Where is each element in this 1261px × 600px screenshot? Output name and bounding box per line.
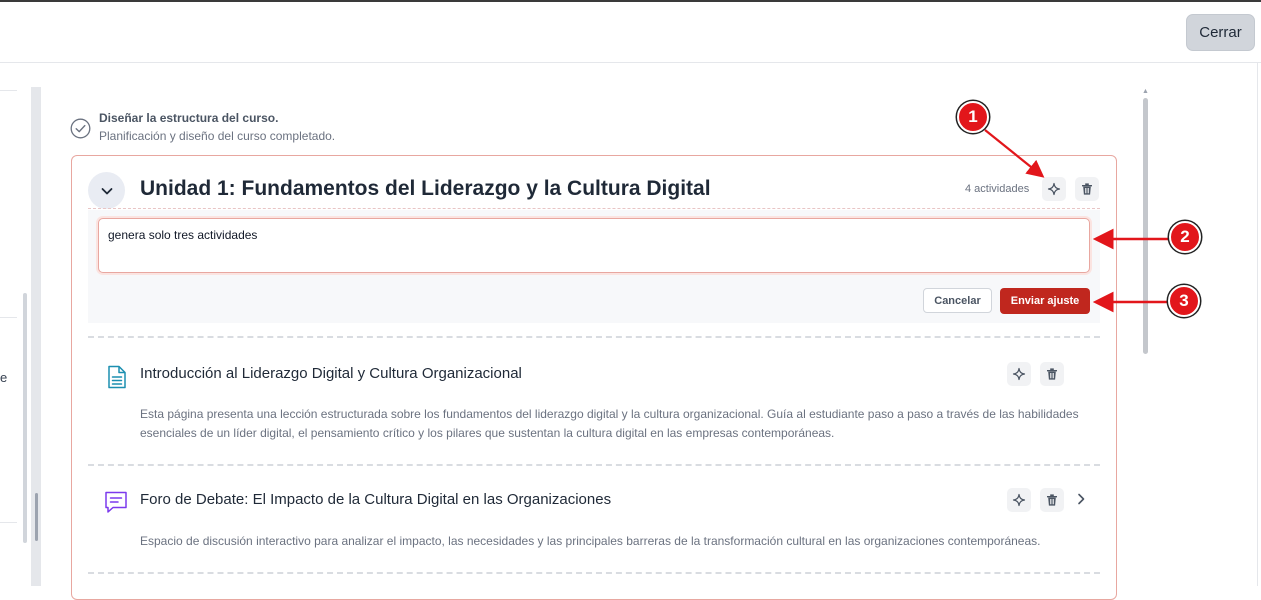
trash-icon (1082, 183, 1092, 195)
scroll-up-arrow-icon[interactable]: ▲ (1142, 88, 1149, 95)
right-divider (1257, 63, 1258, 586)
task-title: Diseñar la estructura del curso. (99, 111, 279, 125)
forum-icon (105, 491, 127, 513)
delete-activity-button[interactable] (1040, 488, 1064, 512)
activity-description: Espacio de discusión interactivo para an… (140, 534, 1041, 548)
unit-header-divider (88, 208, 1100, 209)
sparkle-icon (1047, 182, 1061, 196)
adjust-prompt-input[interactable] (98, 218, 1090, 273)
ai-adjust-activity-button[interactable] (1007, 488, 1031, 512)
activity-count-badge: 4 actividades (965, 183, 1030, 195)
activity-divider (88, 572, 1100, 574)
activity-divider (88, 336, 1100, 338)
left-scrollbar-thumb[interactable] (23, 293, 27, 543)
delete-activity-button[interactable] (1040, 362, 1064, 386)
annotation-marker-2: 2 (1169, 221, 1201, 253)
activity-divider (88, 464, 1100, 466)
cancel-button[interactable]: Cancelar (923, 288, 992, 313)
annotation-marker-1: 1 (957, 101, 989, 133)
check-circle-icon (70, 118, 91, 139)
document-icon (108, 365, 126, 389)
chevron-down-icon (101, 187, 112, 194)
activity-title: Foro de Debate: El Impacto de la Cultura… (140, 491, 612, 508)
activity-description: Esta página presenta una lección estruct… (140, 407, 1079, 440)
ai-adjust-unit-button[interactable] (1042, 177, 1066, 201)
trash-icon (1047, 494, 1057, 506)
sparkle-icon (1012, 367, 1026, 381)
modal-header: Cerrar (0, 2, 1261, 63)
left-rail-thumb[interactable] (35, 493, 38, 541)
right-scrollbar-thumb[interactable] (1143, 98, 1148, 354)
left-divider (0, 522, 17, 523)
delete-unit-button[interactable] (1075, 177, 1099, 201)
activity-title: Introducción al Liderazgo Digital y Cult… (140, 365, 522, 382)
unit-title: Unidad 1: Fundamentos del Liderazgo y la… (140, 177, 711, 200)
left-divider (0, 317, 17, 318)
collapse-unit-button[interactable] (88, 172, 125, 209)
sparkle-icon (1012, 493, 1026, 507)
trash-icon (1047, 368, 1057, 380)
ai-adjust-activity-button[interactable] (1007, 362, 1031, 386)
left-partial-text: e (0, 370, 8, 385)
task-subtitle: Planificación y diseño del curso complet… (99, 129, 336, 143)
expand-activity-button[interactable] (1074, 490, 1088, 508)
left-divider (0, 90, 17, 91)
chevron-right-icon (1078, 493, 1085, 505)
send-adjust-button[interactable]: Enviar ajuste (1000, 288, 1090, 314)
annotation-marker-3: 3 (1168, 285, 1200, 317)
close-button[interactable]: Cerrar (1186, 14, 1255, 51)
